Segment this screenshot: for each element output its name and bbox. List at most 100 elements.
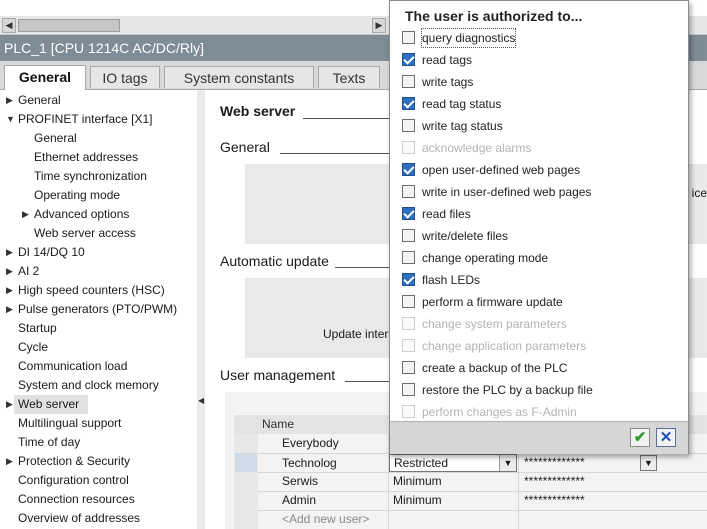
tree-item[interactable]: ▶ Protection & Security <box>6 452 130 471</box>
checkbox[interactable] <box>402 31 415 44</box>
tree-item[interactable]: General <box>34 129 77 148</box>
collapsed-arrow-icon[interactable]: ▶ <box>6 243 13 262</box>
permission-option[interactable]: perform a firmware update <box>402 293 682 311</box>
permission-option[interactable]: write/delete files <box>402 227 682 245</box>
tree-item[interactable]: ▶ Web server <box>6 395 88 414</box>
checkbox-checked[interactable] <box>402 53 415 66</box>
tree-item[interactable]: Web server access <box>34 224 136 243</box>
tree-item[interactable]: Ethernet addresses <box>34 148 138 167</box>
checkbox-checked[interactable] <box>402 97 415 110</box>
tab-general[interactable]: General <box>4 65 86 90</box>
permission-option[interactable]: read tag status <box>402 95 682 113</box>
tree-item[interactable]: ▶ Pulse generators (PTO/PWM) <box>6 300 177 319</box>
collapsed-arrow-icon[interactable]: ▶ <box>22 205 29 224</box>
section-divider <box>335 267 392 268</box>
permission-option[interactable]: change operating mode <box>402 249 682 267</box>
section-general-heading: General <box>220 139 270 155</box>
properties-navigation-tree: ▶ General ▼ PROFINET interface [X1] General E… <box>0 90 198 529</box>
tab-system-constants[interactable]: System constants <box>164 66 314 88</box>
tree-item[interactable]: ▶ AI 2 <box>6 262 39 281</box>
tree-item[interactable]: Overview of addresses <box>18 509 140 528</box>
tree-item[interactable]: System and clock memory <box>18 376 159 395</box>
scrollbar-thumb[interactable] <box>18 19 120 32</box>
collapsed-arrow-icon[interactable]: ▶ <box>6 91 13 110</box>
checkbox-checked[interactable] <box>402 273 415 286</box>
partial-label: ice <box>691 186 707 200</box>
tree-item[interactable]: Operating mode <box>34 186 120 205</box>
permission-label: write in user-defined web pages <box>422 185 592 199</box>
tree-item[interactable]: Time of day <box>18 433 80 452</box>
tree-item[interactable]: ▼ PROFINET interface [X1] <box>6 110 153 129</box>
pane-splitter[interactable]: ◀ <box>197 90 205 529</box>
permission-option[interactable]: open user-defined web pages <box>402 161 682 179</box>
checkbox[interactable] <box>402 361 415 374</box>
permission-option[interactable]: write tag status <box>402 117 682 135</box>
tree-item[interactable]: ▶ DI 14/DQ 10 <box>6 243 85 262</box>
password-dropdown-button[interactable]: ▼ <box>640 455 657 471</box>
row-selector-active[interactable] <box>235 453 257 472</box>
password-cell[interactable]: ************* <box>524 472 585 491</box>
close-icon[interactable]: ✕ <box>656 428 676 447</box>
permission-option[interactable]: query diagnostics <box>402 28 682 48</box>
tree-item[interactable]: Time synchronization <box>34 167 147 186</box>
checkbox-checked[interactable] <box>402 207 415 220</box>
scroll-left-icon[interactable]: ◀ <box>2 18 16 33</box>
permission-option[interactable]: flash LEDs <box>402 271 682 289</box>
checkbox <box>402 339 415 352</box>
add-new-user-cell[interactable]: <Add new user> <box>282 510 369 529</box>
permission-option[interactable]: restore the PLC by a backup file <box>402 381 682 399</box>
tree-item-label: General <box>18 93 61 107</box>
tab-io-tags[interactable]: IO tags <box>90 66 160 88</box>
checkbox[interactable] <box>402 295 415 308</box>
tree-item-label: High speed counters (HSC) <box>18 283 165 297</box>
section-divider <box>345 381 392 382</box>
permission-label: perform changes as F-Admin <box>422 405 577 419</box>
checkbox[interactable] <box>402 75 415 88</box>
permission-label: write tag status <box>422 119 503 133</box>
tree-item[interactable]: ▶ General <box>6 91 61 110</box>
permission-option[interactable]: read files <box>402 205 682 223</box>
collapsed-arrow-icon[interactable]: ▶ <box>6 281 13 300</box>
collapsed-arrow-icon[interactable]: ▶ <box>6 262 13 281</box>
permission-option[interactable]: write in user-defined web pages <box>402 183 682 201</box>
collapsed-arrow-icon[interactable]: ▶ <box>6 300 13 319</box>
user-name-cell[interactable]: Admin <box>282 491 316 510</box>
tree-item[interactable]: Cycle <box>18 338 48 357</box>
permission-option[interactable]: write tags <box>402 73 682 91</box>
permission-label: acknowledge alarms <box>422 141 532 155</box>
collapse-arrow-icon[interactable]: ◀ <box>198 396 204 405</box>
checkbox[interactable] <box>402 229 415 242</box>
checkbox[interactable] <box>402 383 415 396</box>
expanded-arrow-icon[interactable]: ▼ <box>6 110 15 129</box>
collapsed-arrow-icon[interactable]: ▶ <box>6 395 13 414</box>
scroll-right-icon[interactable]: ▶ <box>372 18 386 33</box>
access-level-dropdown[interactable]: Restricted ▼ <box>389 454 517 472</box>
tree-item[interactable]: Configuration control <box>18 471 129 490</box>
collapsed-arrow-icon[interactable]: ▶ <box>6 452 13 471</box>
checkmark-icon[interactable]: ✔ <box>630 428 650 447</box>
checkbox-checked[interactable] <box>402 163 415 176</box>
checkbox[interactable] <box>402 119 415 132</box>
user-name-cell[interactable]: Everybody <box>282 434 339 453</box>
password-cell[interactable]: ************* <box>524 491 585 510</box>
checkbox[interactable] <box>402 251 415 264</box>
access-level-cell[interactable]: Minimum <box>393 491 442 510</box>
checkbox[interactable] <box>402 185 415 198</box>
tab-texts[interactable]: Texts <box>318 66 380 88</box>
tree-item[interactable]: ▶ Advanced options <box>22 205 129 224</box>
tree-item[interactable]: Communication load <box>18 357 127 376</box>
access-level-cell[interactable]: Minimum <box>393 472 442 491</box>
user-name-cell[interactable]: Technolog <box>282 454 337 473</box>
user-name-cell[interactable]: Serwis <box>282 472 318 491</box>
permission-option[interactable]: create a backup of the PLC <box>402 359 682 377</box>
permission-label: write/delete files <box>422 229 509 243</box>
chevron-down-icon[interactable]: ▼ <box>499 455 516 471</box>
permission-label: write tags <box>422 75 474 89</box>
tree-item[interactable]: Startup <box>18 319 57 338</box>
password-cell[interactable]: ************* <box>524 453 585 472</box>
tree-item[interactable]: Connection resources <box>18 490 135 509</box>
permission-option[interactable]: read tags <box>402 51 682 69</box>
tree-item[interactable]: ▶ High speed counters (HSC) <box>6 281 165 300</box>
tree-item[interactable]: Multilingual support <box>18 414 121 433</box>
section-web-server-heading: Web server <box>220 103 296 119</box>
